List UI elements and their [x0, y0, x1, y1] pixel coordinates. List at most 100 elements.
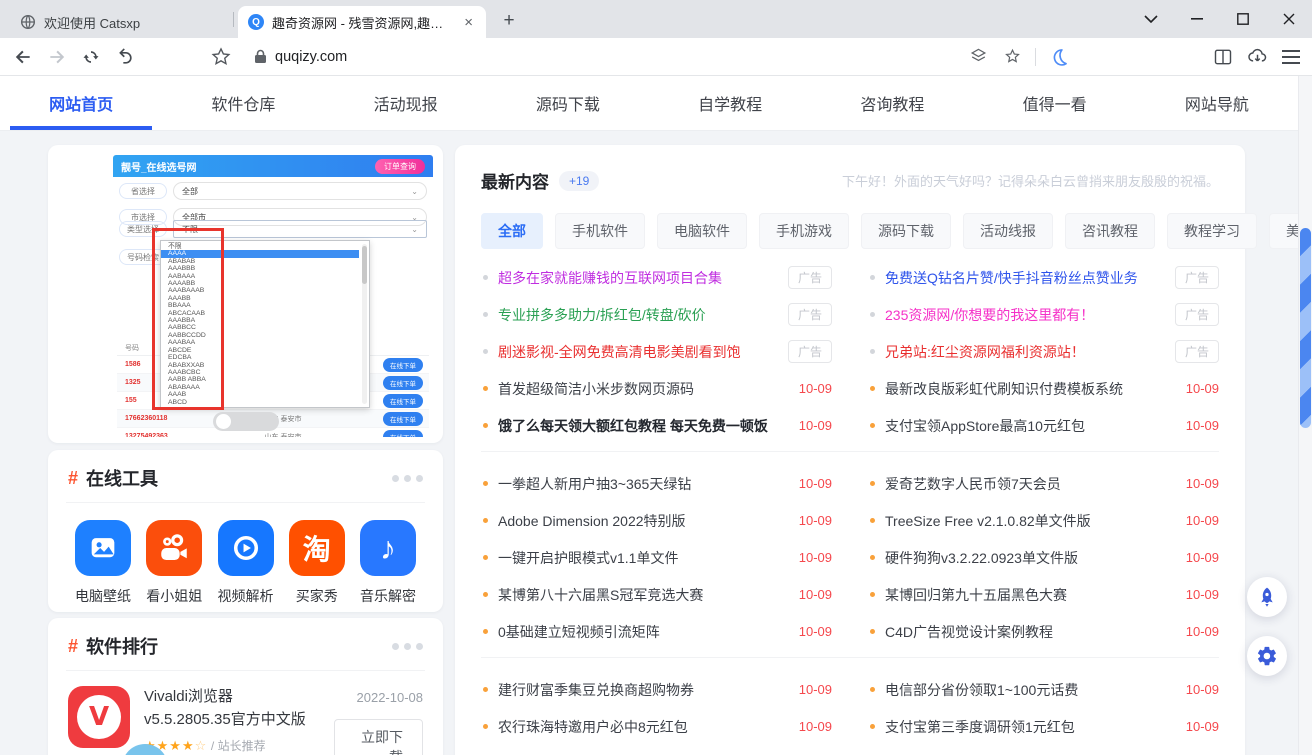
tab-consult[interactable]: 咨讯教程 [1065, 213, 1155, 249]
article-row[interactable]: 饿了么每天领大额红包教程 每天免费一顿饭10-09 [481, 407, 832, 444]
download-cloud-icon[interactable] [1240, 42, 1274, 72]
tool-taobao-show[interactable]: 淘 买家秀 [286, 520, 348, 606]
tool-girls[interactable]: 看小姐姐 [143, 520, 205, 606]
split-view-icon[interactable] [1206, 42, 1240, 72]
tool-wallpaper[interactable]: 电脑壁纸 [72, 520, 134, 606]
article-row[interactable]: 某博第八十六届黑S冠军竞选大赛10-09 [481, 576, 832, 613]
speed-dial-star-icon[interactable] [204, 42, 238, 72]
window-close-button[interactable] [1266, 0, 1312, 38]
article-ad-row[interactable]: 专业拼多多助力/拆红包/转盘/砍价广告 [481, 296, 832, 333]
article-row[interactable]: 一拳超人新用户抽3~365天绿钻10-09 [481, 465, 832, 502]
article-row[interactable]: 支付宝领AppStore最高10元红包10-09 [868, 407, 1219, 444]
article-title[interactable]: 爱奇艺数字人民币领7天会员 [885, 474, 1061, 494]
tab-all[interactable]: 全部 [481, 213, 543, 249]
article-row[interactable]: 爱奇艺数字人民币领7天会员10-09 [868, 465, 1219, 502]
nav-item-sitenav[interactable]: 网站导航 [1136, 76, 1298, 130]
nav-item-home[interactable]: 网站首页 [0, 76, 162, 130]
app-list-item[interactable]: V Vivaldi浏览器 v5.5.2805.35官方中文版 ★★★★☆ / 站… [48, 671, 443, 755]
undo-arrow-icon[interactable] [108, 42, 142, 72]
new-tab-button[interactable]: + [496, 8, 522, 34]
article-title[interactable]: 支付宝第三季度调研领1元红包 [885, 717, 1075, 737]
article-row[interactable]: 最新改良版彩虹代刷知识付费模板系统10-09 [868, 370, 1219, 407]
article-title[interactable]: 农行珠海特邀用户必中8元红包 [498, 717, 688, 737]
article-title[interactable]: 超多在家就能赚钱的互联网项目合集 [498, 268, 722, 288]
article-title[interactable]: 免费送Q钻名片赞/快手抖音粉丝点赞业务 [885, 268, 1138, 288]
tab-mobile-game[interactable]: 手机游戏 [759, 213, 849, 249]
tool-video-parse[interactable]: 视频解析 [215, 520, 277, 606]
tab-pc-soft[interactable]: 电脑软件 [657, 213, 747, 249]
article-title[interactable]: TreeSize Free v2.1.0.82单文件版 [885, 511, 1091, 531]
address-bar[interactable]: quqizy.com [254, 42, 1076, 72]
article-title[interactable]: 剧迷影视-全网免费高清电影美剧看到饱 [498, 342, 741, 362]
article-title[interactable]: 一拳超人新用户抽3~365天绿钻 [498, 474, 691, 494]
more-dots-icon[interactable] [392, 475, 423, 482]
article-title[interactable]: 支付宝领AppStore最高10元红包 [885, 416, 1085, 436]
tab-search-chevron-icon[interactable] [1128, 0, 1174, 38]
window-minimize-button[interactable] [1174, 0, 1220, 38]
article-title[interactable]: 专业拼多多助力/拆红包/转盘/砍价 [498, 305, 706, 325]
promo-screenshot[interactable]: 靓号_在线选号网 订单查询 省选择 全部⌄ 市选择 全部市⌄ 类型选择 不限⌄ … [113, 155, 433, 437]
nav-item-tutorial[interactable]: 自学教程 [649, 76, 811, 130]
article-row[interactable]: 10月9日新闻早讯，每天60秒读懂世界10-09 [481, 745, 832, 755]
layers-icon[interactable] [961, 42, 995, 72]
article-ad-row[interactable]: 兄弟站:红尘资源网福利资源站！广告 [868, 333, 1219, 370]
article-ad-row[interactable]: 235资源网/你想要的我这里都有！广告 [868, 296, 1219, 333]
article-title[interactable]: 一键开启护眼模式v1.1单文件 [498, 548, 678, 568]
close-tab-icon[interactable]: × [461, 14, 476, 31]
tab-mobile-soft[interactable]: 手机软件 [555, 213, 645, 249]
nav-item-software[interactable]: 软件仓库 [162, 76, 324, 130]
menu-hamburger-icon[interactable] [1274, 42, 1308, 72]
page-scrollbar-track[interactable] [1298, 76, 1312, 755]
article-title[interactable]: 饿了么每天领大额红包教程 每天免费一顿饭 [498, 416, 768, 436]
browser-tab-active[interactable]: Q 趣奇资源网 - 残雪资源网,趣味奇妙 × [238, 6, 486, 38]
article-title[interactable]: 某博第八十六届黑S冠军竞选大赛 [498, 585, 703, 605]
article-row[interactable]: C4D广告视觉设计案例教程10-09 [868, 613, 1219, 650]
article-row[interactable]: TreeSize Free v2.1.0.82单文件版10-09 [868, 502, 1219, 539]
article-title[interactable]: 某博回归第九十五届黑色大赛 [885, 585, 1067, 605]
tab-learning[interactable]: 教程学习 [1167, 213, 1257, 249]
window-maximize-button[interactable] [1220, 0, 1266, 38]
rocket-top-button[interactable] [1247, 577, 1287, 617]
article-row[interactable]: 硬件狗狗v3.2.22.0923单文件版10-09 [868, 539, 1219, 576]
nav-item-activity[interactable]: 活动现报 [325, 76, 487, 130]
page-scrollbar-thumb[interactable] [1300, 228, 1311, 428]
bookmark-star-icon[interactable] [995, 42, 1029, 72]
more-dots-icon[interactable] [392, 643, 423, 650]
article-row[interactable]: 电信部分省份领取1~100元话费10-09 [868, 671, 1219, 708]
dark-mode-moon-icon[interactable] [1042, 42, 1076, 72]
article-row[interactable]: 农行珠海特邀用户必中8元红包10-09 [481, 708, 832, 745]
tab-source[interactable]: 源码下载 [861, 213, 951, 249]
forward-button[interactable] [40, 42, 74, 72]
article-title[interactable]: 电信部分省份领取1~100元话费 [885, 680, 1078, 700]
article-title[interactable]: 硬件狗狗v3.2.22.0923单文件版 [885, 548, 1078, 568]
article-title[interactable]: 建行财富季集豆兑换商超购物券 [498, 680, 694, 700]
article-ad-row[interactable]: 剧迷影视-全网免费高清电影美剧看到饱广告 [481, 333, 832, 370]
article-row[interactable]: Antdownload2_v1.0.4 百度网盘不限速10-08 [868, 745, 1219, 755]
article-row[interactable]: 一键开启护眼模式v1.1单文件10-09 [481, 539, 832, 576]
article-ad-row[interactable]: 超多在家就能赚钱的互联网项目合集广告 [481, 259, 832, 296]
tool-music-decrypt[interactable]: ♪ 音乐解密 [357, 520, 419, 606]
settings-button[interactable] [1247, 636, 1287, 676]
article-title[interactable]: C4D广告视觉设计案例教程 [885, 622, 1053, 642]
article-row[interactable]: 建行财富季集豆兑换商超购物券10-09 [481, 671, 832, 708]
nav-item-source[interactable]: 源码下载 [487, 76, 649, 130]
article-title[interactable]: Adobe Dimension 2022特别版 [498, 511, 686, 531]
reload-icon[interactable] [74, 42, 108, 72]
article-row[interactable]: 首发超级简洁小米步数网页源码10-09 [481, 370, 832, 407]
article-row[interactable]: Adobe Dimension 2022特别版10-09 [481, 502, 832, 539]
tab-activity[interactable]: 活动线报 [963, 213, 1053, 249]
article-row[interactable]: 支付宝第三季度调研领1元红包10-09 [868, 708, 1219, 745]
nav-item-consult[interactable]: 咨询教程 [811, 76, 973, 130]
download-button[interactable]: 立即下载 [334, 719, 423, 755]
article-title[interactable]: 235资源网/你想要的我这里都有！ [885, 305, 1094, 325]
article-row[interactable]: 0基础建立短视频引流矩阵10-09 [481, 613, 832, 650]
article-title[interactable]: 首发超级简洁小米步数网页源码 [498, 379, 694, 399]
browser-tab-welcome[interactable]: 欢迎使用 Catsxp [10, 6, 232, 38]
article-title[interactable]: 0基础建立短视频引流矩阵 [498, 622, 660, 642]
article-ad-row[interactable]: 免费送Q钻名片赞/快手抖音粉丝点赞业务广告 [868, 259, 1219, 296]
article-row[interactable]: 某博回归第九十五届黑色大赛10-09 [868, 576, 1219, 613]
article-title[interactable]: 兄弟站:红尘资源网福利资源站！ [885, 342, 1085, 362]
nav-item-worth[interactable]: 值得一看 [974, 76, 1136, 130]
back-button[interactable] [6, 42, 40, 72]
article-title[interactable]: 最新改良版彩虹代刷知识付费模板系统 [885, 379, 1123, 399]
